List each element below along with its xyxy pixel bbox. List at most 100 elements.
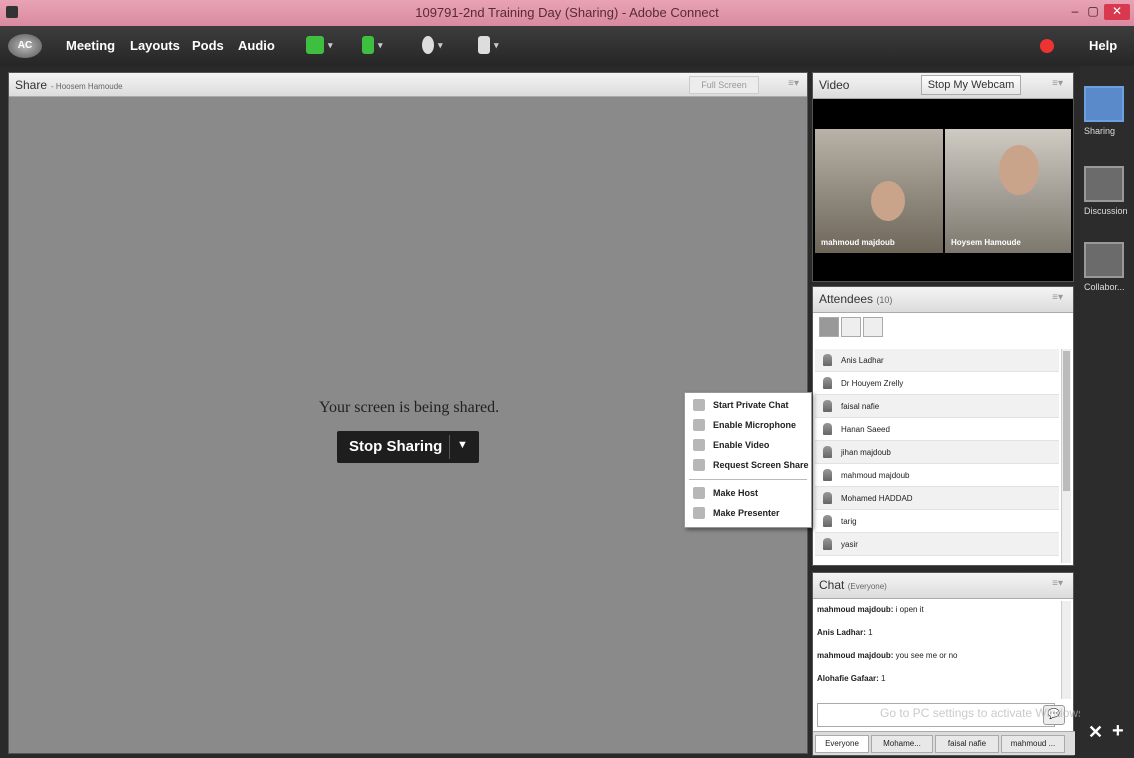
tab-private-chat[interactable]: faisal nafie	[935, 735, 999, 753]
menubar: AC Meeting Layouts Pods Audio ▾ ▾ ▾ ▾ He…	[0, 26, 1134, 66]
menu-item-make-host[interactable]: Make Host	[685, 483, 811, 503]
menu-item-label: Start Private Chat	[713, 400, 789, 410]
expand-icon[interactable]	[841, 317, 861, 337]
speaker-toggle[interactable]: ▾	[306, 36, 333, 56]
video-feed[interactable]: Hoysem Hamoude	[945, 129, 1071, 253]
list-item[interactable]: mahmoud majdoub	[815, 464, 1059, 487]
list-item[interactable]: jihan majdoub	[815, 441, 1059, 464]
attendee-name: Hanan Saeed	[841, 425, 890, 434]
person-icon	[823, 446, 832, 458]
layout-sharing[interactable]: Sharing	[1084, 86, 1132, 136]
person-icon	[823, 354, 832, 366]
chat-message: mahmoud majdoub: i open it	[817, 605, 1057, 628]
chat-pod: Chat (Everyone) ≡▾ mahmoud majdoub: i op…	[812, 572, 1075, 756]
dropdown-arrow-icon[interactable]: ▼	[457, 439, 468, 451]
webcam-icon	[422, 36, 434, 54]
attendee-name: Anis Ladhar	[841, 356, 884, 365]
chat-text: you see me or no	[893, 651, 958, 660]
attendee-name: mahmoud majdoub	[841, 471, 910, 480]
menu-help[interactable]: Help	[1089, 38, 1117, 53]
chevron-down-icon: ▾	[328, 39, 333, 50]
menu-item-enable-microphone[interactable]: Enable Microphone	[685, 415, 811, 435]
layout-discussion[interactable]: Discussion	[1084, 166, 1132, 216]
list-item[interactable]: faisal nafie	[815, 395, 1059, 418]
chat-sender: Anis Ladhar:	[817, 628, 866, 637]
layout-label: Collabor...	[1084, 282, 1125, 292]
person-icon	[823, 377, 832, 389]
attendee-name: yasir	[841, 540, 858, 549]
minimize-button[interactable]: –	[1066, 4, 1084, 20]
chat-message: mahmoud majdoub: you see me or no	[817, 651, 1057, 674]
list-item[interactable]: Mohamed HADDAD	[815, 487, 1059, 510]
video-feed[interactable]: mahmoud majdoub	[815, 129, 943, 253]
list-item[interactable]: Anis Ladhar	[815, 349, 1059, 372]
pod-menu-icon[interactable]: ≡▾	[1052, 578, 1063, 589]
tab-everyone[interactable]: Everyone	[815, 735, 869, 753]
pod-menu-icon[interactable]: ≡▾	[788, 78, 799, 89]
list-item[interactable]: yasir	[815, 533, 1059, 556]
menu-item-make-presenter[interactable]: Make Presenter	[685, 503, 811, 523]
list-view-icon[interactable]	[819, 317, 839, 337]
maximize-button[interactable]: ▢	[1084, 4, 1102, 20]
close-icon[interactable]: ✕	[1088, 722, 1103, 743]
fullscreen-button[interactable]: Full Screen	[689, 76, 759, 94]
menu-item-enable-video[interactable]: Enable Video	[685, 435, 811, 455]
share-pod-title: Share	[15, 78, 48, 92]
attendee-name: jihan majdoub	[841, 448, 891, 457]
pod-menu-icon[interactable]: ≡▾	[1052, 78, 1063, 89]
webcam-toggle[interactable]: ▾	[422, 36, 443, 56]
stop-webcam-button[interactable]: Stop My Webcam	[921, 75, 1021, 95]
menu-meeting[interactable]: Meeting	[66, 38, 115, 53]
chat-text: 1	[878, 674, 886, 683]
divider	[449, 435, 450, 459]
microphone-icon	[693, 419, 705, 431]
chat-message: Anis Ladhar: 1	[817, 628, 1057, 651]
menu-item-start-private-chat[interactable]: Start Private Chat	[685, 395, 811, 415]
menu-item-label: Request Screen Share	[713, 460, 809, 470]
layout-collaboration[interactable]: Collabor...	[1084, 242, 1132, 292]
screen-shared-message: Your screen is being shared.	[319, 399, 500, 416]
pod-menu-icon[interactable]: ≡▾	[1052, 292, 1063, 303]
attendees-pod-title: Attendees	[819, 292, 874, 306]
video-pod: Video Stop My Webcam ≡▾ mahmoud majdoub …	[812, 72, 1074, 282]
close-button[interactable]: ✕	[1104, 4, 1130, 20]
person-icon	[823, 423, 832, 435]
menu-item-request-screen-share[interactable]: Request Screen Share	[685, 455, 811, 475]
menu-audio[interactable]: Audio	[238, 38, 275, 53]
speaker-icon	[306, 36, 324, 54]
recording-indicator-icon[interactable]	[1040, 39, 1054, 53]
tab-private-chat[interactable]: Mohame...	[871, 735, 933, 753]
layout-thumbnail	[1084, 242, 1124, 278]
menu-layouts[interactable]: Layouts	[130, 38, 180, 53]
add-layout-icon[interactable]: +	[1112, 720, 1124, 743]
share-pod-header: Share - Hoosem Hamoude Full Screen ≡▾	[9, 73, 807, 97]
chat-scrollbar[interactable]	[1061, 601, 1071, 699]
attendees-pod: Attendees (10) ≡▾ Anis Ladhar Dr Houyem …	[812, 286, 1074, 566]
window-title: 109791-2nd Training Day (Sharing) - Adob…	[415, 5, 719, 20]
list-item[interactable]: tarig	[815, 510, 1059, 533]
layout-thumbnail	[1084, 86, 1124, 122]
sort-icon[interactable]	[863, 317, 883, 337]
chat-pod-header: Chat (Everyone) ≡▾	[813, 573, 1073, 599]
layout-label: Sharing	[1084, 126, 1116, 136]
activate-windows-watermark: Activate Windows	[900, 680, 1011, 696]
stop-sharing-button[interactable]: Stop Sharing ▼	[337, 431, 479, 463]
video-icon	[693, 439, 705, 451]
chat-tabs: Everyone Mohame... faisal nafie mahmoud …	[813, 731, 1075, 755]
scrollbar-thumb[interactable]	[1063, 351, 1070, 491]
menu-pods[interactable]: Pods	[192, 38, 224, 53]
share-pod-subtitle: - Hoosem Hamoude	[51, 82, 123, 91]
microphone-toggle[interactable]: ▾	[362, 36, 383, 56]
video-pod-header: Video Stop My Webcam ≡▾	[813, 73, 1073, 99]
attendee-list: Anis Ladhar Dr Houyem Zrelly faisal nafi…	[815, 349, 1059, 563]
video-feed-name: Hoysem Hamoude	[951, 238, 1021, 247]
layout-label: Discussion	[1084, 206, 1128, 216]
raise-hand-toggle[interactable]: ▾	[478, 36, 499, 56]
tab-private-chat[interactable]: mahmoud ...	[1001, 735, 1065, 753]
attendee-scrollbar[interactable]	[1061, 349, 1071, 563]
list-item[interactable]: Hanan Saeed	[815, 418, 1059, 441]
video-pod-title: Video	[819, 78, 850, 92]
list-item[interactable]: Dr Houyem Zrelly	[815, 372, 1059, 395]
video-feed-name: mahmoud majdoub	[821, 238, 895, 247]
adobe-connect-logo: AC	[8, 34, 42, 58]
